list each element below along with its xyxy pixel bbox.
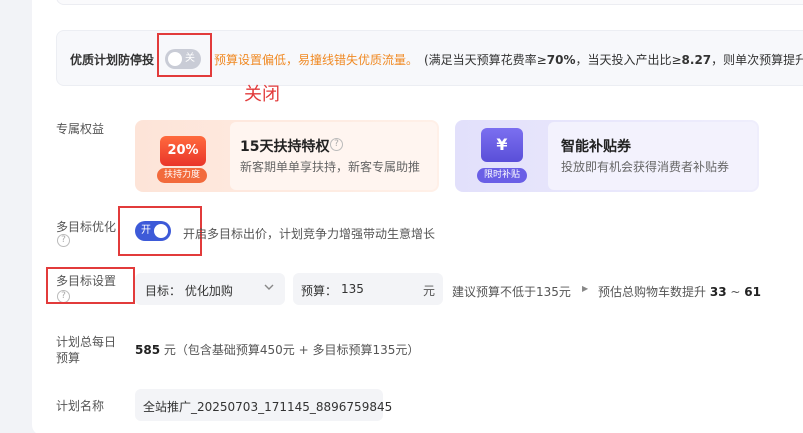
protect-warning: 预算设置偏低，易撞线错失优质流量。 bbox=[214, 53, 419, 67]
budget-input[interactable]: 预算： 135 元 bbox=[293, 273, 443, 305]
protect-label: 优质计划防停投 bbox=[70, 53, 155, 67]
support-badge-label: 扶持力度 bbox=[157, 168, 207, 183]
plan-name-value: 全站推广_20250703_171145_8896759845 bbox=[143, 400, 393, 414]
budget-input-label: 预算： bbox=[301, 284, 338, 298]
top-section-edge bbox=[56, 0, 803, 5]
benefit-support-title: 15天扶持特权 bbox=[240, 139, 330, 155]
closed-annotation: 关闭 bbox=[244, 84, 280, 105]
support-badge-icon: 20% bbox=[160, 136, 206, 166]
daily-budget-label-1: 计划总每日 bbox=[56, 335, 117, 349]
plan-name-input[interactable]: 全站推广_20250703_171145_8896759845 bbox=[135, 389, 392, 421]
target-select-text: 目标： 优化加购 bbox=[145, 284, 233, 298]
coupon-badge-label: 限时补贴 bbox=[477, 168, 527, 183]
benefit-card-support-body bbox=[230, 122, 437, 190]
help-icon[interactable]: ? bbox=[57, 234, 70, 247]
multi-target-desc: 开启多目标出价，计划竞争力增强带动生意增长 bbox=[183, 227, 436, 241]
chevron-down-icon bbox=[263, 281, 275, 296]
benefit-support-desc: 新客期单单享扶持，新客专属助推 bbox=[240, 160, 421, 174]
coupon-icon: ¥ bbox=[481, 128, 523, 162]
highlight-box-protect-toggle bbox=[157, 33, 212, 77]
target-select[interactable]: 目标： 优化加购 bbox=[135, 273, 285, 305]
cart-estimate: 预估总购物车数提升 33 ~ 61 bbox=[598, 285, 761, 299]
highlight-box-multi-setting bbox=[46, 267, 135, 304]
help-icon[interactable]: ? bbox=[330, 138, 343, 151]
plan-name-label: 计划名称 bbox=[56, 399, 105, 413]
budget-suggestion: 建议预算不低于135元 bbox=[452, 285, 571, 299]
daily-budget-label-2: 预算 bbox=[56, 351, 81, 365]
daily-budget-value: 585 元（包含基础预算450元 + 多目标预算135元） bbox=[135, 343, 420, 357]
multi-target-label: 多目标优化 bbox=[56, 220, 117, 234]
benefit-coupon-title: 智能补贴券 bbox=[561, 139, 631, 155]
protect-condition: (满足当天预算花费率≥70%，当天投入产出比≥8.27，则单次预算提升1 bbox=[424, 53, 803, 67]
budget-input-unit: 元 bbox=[422, 284, 435, 298]
benefits-label: 专属权益 bbox=[56, 122, 105, 136]
caret-right-icon: ▶ bbox=[582, 284, 589, 293]
budget-input-value: 135 bbox=[341, 282, 364, 296]
benefit-coupon-desc: 投放即有机会获得消费者补贴券 bbox=[561, 160, 730, 174]
benefit-card-coupon-body bbox=[548, 122, 757, 190]
